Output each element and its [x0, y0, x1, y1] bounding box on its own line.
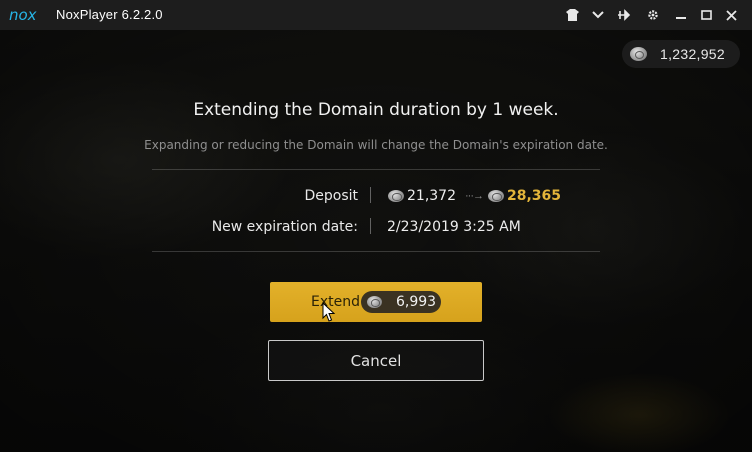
- pin-icon[interactable]: [616, 7, 632, 23]
- home-icon[interactable]: [564, 7, 580, 23]
- extend-cost-value: 6,993: [396, 294, 437, 310]
- silver-coin-icon: [630, 47, 647, 61]
- balance-value: 1,232,952: [660, 46, 725, 62]
- dropdown-icon[interactable]: [590, 7, 606, 23]
- svg-text:nox: nox: [9, 6, 37, 24]
- divider-top: [152, 169, 600, 170]
- mouse-cursor-icon: [322, 302, 336, 322]
- silver-coin-icon: [367, 296, 382, 308]
- deposit-label: Deposit: [304, 188, 358, 204]
- settings-icon[interactable]: [645, 7, 661, 23]
- game-viewport: 1,232,952 Extending the Domain duration …: [0, 30, 752, 452]
- dialog-heading: Extending the Domain duration by 1 week.: [193, 100, 559, 120]
- silver-coin-icon: [488, 190, 504, 202]
- currency-balance: 1,232,952: [622, 40, 740, 68]
- deposit-new-value: 28,365: [507, 188, 562, 204]
- expiration-label: New expiration date:: [211, 219, 358, 235]
- nox-player-window: nox NoxPlayer 6.2.2.0 1,232,952 Extendin…: [0, 0, 752, 452]
- row-separator: [370, 218, 371, 234]
- app-title: NoxPlayer 6.2.2.0: [56, 7, 163, 22]
- cancel-button-label: Cancel: [350, 352, 402, 370]
- nox-logo: nox: [9, 6, 37, 24]
- divider-bottom: [152, 251, 600, 252]
- arrow-right-icon: ···→: [465, 190, 484, 202]
- row-separator: [370, 187, 371, 203]
- title-bar: nox NoxPlayer 6.2.2.0: [0, 0, 752, 30]
- extend-cost: 6,993: [361, 291, 441, 313]
- silver-coin-icon: [388, 190, 404, 202]
- extend-button[interactable]: Extend 6,993: [270, 282, 482, 322]
- cancel-button[interactable]: Cancel: [268, 340, 484, 381]
- minimize-icon[interactable]: [673, 7, 689, 23]
- close-icon[interactable]: [723, 7, 739, 23]
- expiration-value: 2/23/2019 3:25 AM: [387, 219, 521, 235]
- background-scene: [0, 30, 752, 452]
- deposit-current-value: 21,372: [407, 188, 456, 204]
- dialog-subheading: Expanding or reducing the Domain will ch…: [144, 138, 608, 152]
- maximize-icon[interactable]: [698, 7, 714, 23]
